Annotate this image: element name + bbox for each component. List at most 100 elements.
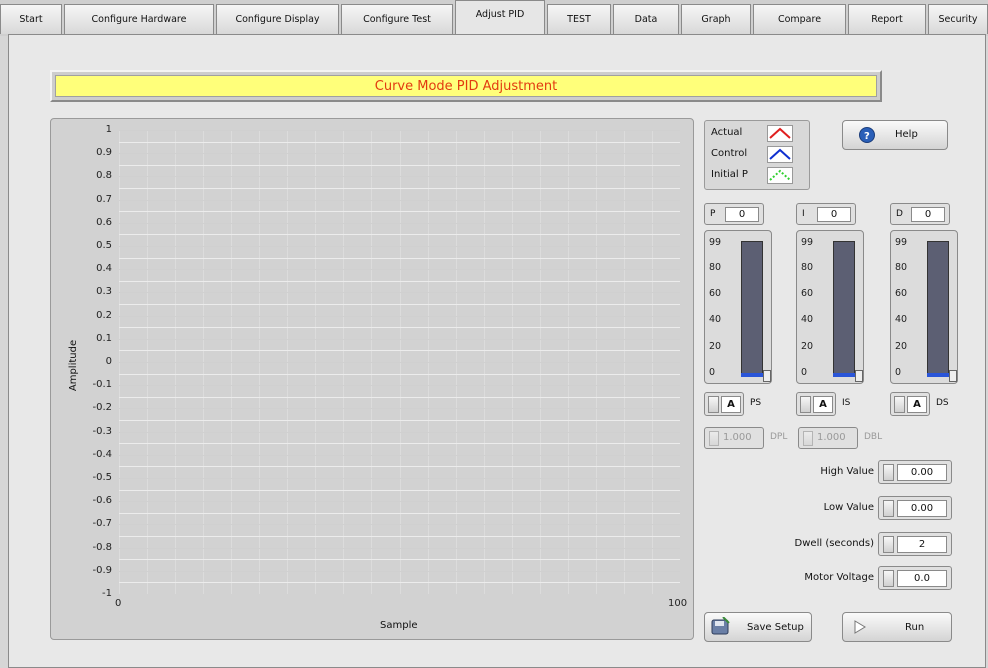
help-label: Help bbox=[895, 129, 918, 140]
i-scale-label: IS bbox=[842, 398, 851, 408]
tab-configure-test[interactable]: Configure Test bbox=[341, 4, 453, 34]
high-value-spinner[interactable] bbox=[883, 464, 894, 481]
dbl-control[interactable]: 1.000 bbox=[798, 427, 858, 449]
i-label: I bbox=[802, 209, 805, 219]
legend-label-initial-p: Initial P bbox=[711, 169, 748, 180]
d-label: D bbox=[896, 209, 903, 219]
low-value-spinner[interactable] bbox=[883, 500, 894, 517]
p-scale-value[interactable]: A bbox=[721, 396, 741, 413]
save-setup-button[interactable]: Save Setup bbox=[704, 612, 812, 642]
page-title: Curve Mode PID Adjustment bbox=[55, 75, 877, 97]
tab-security[interactable]: Security bbox=[928, 4, 988, 34]
dwell-seconds-input[interactable]: 2 bbox=[897, 536, 947, 553]
dwell-seconds-spinner[interactable] bbox=[883, 536, 894, 553]
y-tick-label: 0.4 bbox=[96, 263, 112, 275]
p-value-input[interactable]: 0 bbox=[725, 207, 759, 222]
p-slider-thumb[interactable] bbox=[763, 370, 771, 382]
dbl-value[interactable]: 1.000 bbox=[817, 432, 846, 443]
plot-area[interactable] bbox=[119, 130, 680, 594]
y-tick-label: -0.9 bbox=[92, 564, 112, 576]
tab-data[interactable]: Data bbox=[613, 4, 679, 34]
d-scale-control[interactable]: A bbox=[890, 392, 930, 416]
y-tick-label: -0.6 bbox=[92, 495, 112, 507]
d-slider: 99 80 60 40 20 0 bbox=[890, 230, 958, 384]
i-slider-track[interactable] bbox=[833, 241, 855, 377]
y-tick-label: 0.7 bbox=[96, 193, 112, 205]
title-frame: Curve Mode PID Adjustment bbox=[50, 70, 882, 102]
p-scale-spinner[interactable] bbox=[708, 396, 719, 413]
legend-label-actual: Actual bbox=[711, 127, 743, 138]
run-button[interactable]: Run bbox=[842, 612, 952, 642]
x-tick-label: 100 bbox=[668, 598, 688, 609]
legend-control-icon[interactable] bbox=[767, 146, 793, 163]
low-value-label: Low Value bbox=[823, 502, 874, 513]
p-scale-control[interactable]: A bbox=[704, 392, 744, 416]
tab-start[interactable]: Start bbox=[0, 4, 62, 34]
d-scale-spinner[interactable] bbox=[894, 396, 905, 413]
y-tick-label: -0.5 bbox=[92, 472, 112, 483]
tab-configure-hardware[interactable]: Configure Hardware bbox=[64, 4, 214, 34]
svg-text:?: ? bbox=[864, 131, 870, 142]
y-tick-label: -0.3 bbox=[92, 425, 112, 437]
p-scale-label: PS bbox=[750, 398, 762, 408]
y-tick-label: 1 bbox=[105, 124, 112, 135]
dwell-seconds-control[interactable]: 2 bbox=[878, 532, 952, 556]
tab-report[interactable]: Report bbox=[848, 4, 926, 34]
dpl-spinner[interactable] bbox=[709, 431, 719, 446]
low-value-input[interactable]: 0.00 bbox=[897, 500, 947, 517]
i-slider-fill bbox=[833, 373, 855, 377]
slider-scale-label: 40 bbox=[801, 314, 814, 326]
slider-scale-label: 80 bbox=[709, 261, 722, 273]
i-value-control[interactable]: I 0 bbox=[796, 203, 856, 225]
help-button[interactable]: ? Help bbox=[842, 120, 948, 150]
i-scale-control[interactable]: A bbox=[796, 392, 836, 416]
high-value-input[interactable]: 0.00 bbox=[897, 464, 947, 481]
high-value-control[interactable]: 0.00 bbox=[878, 460, 952, 484]
d-slider-track[interactable] bbox=[927, 241, 949, 377]
x-axis-label: Sample bbox=[380, 620, 418, 631]
y-tick-label: 0.9 bbox=[96, 147, 112, 159]
d-slider-thumb[interactable] bbox=[949, 370, 957, 382]
i-slider-thumb[interactable] bbox=[855, 370, 863, 382]
p-value-control[interactable]: P 0 bbox=[704, 203, 764, 225]
y-tick-label: 0.5 bbox=[96, 240, 112, 251]
x-tick-label: 0 bbox=[115, 598, 122, 609]
d-scale-value[interactable]: A bbox=[907, 396, 927, 413]
slider-scale-label: 99 bbox=[801, 237, 814, 248]
dbl-spinner[interactable] bbox=[803, 431, 813, 446]
y-axis-label: Amplitude bbox=[68, 339, 80, 392]
play-icon bbox=[853, 620, 867, 637]
low-value-control[interactable]: 0.00 bbox=[878, 496, 952, 520]
plot-legend: Actual Control Initial P bbox=[704, 120, 810, 190]
tab-configure-display[interactable]: Configure Display bbox=[216, 4, 339, 34]
save-disk-icon bbox=[711, 616, 731, 637]
y-tick-label: -0.7 bbox=[92, 518, 112, 530]
slider-scale-label: 20 bbox=[801, 340, 814, 352]
slider-scale-label: 40 bbox=[709, 314, 722, 326]
dbl-label: DBL bbox=[864, 432, 883, 442]
y-tick-label: 0.3 bbox=[96, 286, 112, 298]
tab-graph[interactable]: Graph bbox=[681, 4, 751, 34]
y-tick-label: 0.6 bbox=[96, 216, 112, 228]
tab-test[interactable]: TEST bbox=[547, 4, 611, 34]
i-scale-value[interactable]: A bbox=[813, 396, 833, 413]
p-slider-track[interactable] bbox=[741, 241, 763, 377]
d-value-control[interactable]: D 0 bbox=[890, 203, 950, 225]
tab-adjust-pid[interactable]: Adjust PID bbox=[455, 0, 545, 36]
slider-scale-label: 80 bbox=[895, 261, 908, 273]
dpl-value[interactable]: 1.000 bbox=[723, 432, 752, 443]
legend-label-control: Control bbox=[711, 148, 748, 159]
tab-compare[interactable]: Compare bbox=[753, 4, 846, 34]
dpl-control[interactable]: 1.000 bbox=[704, 427, 764, 449]
legend-initial-p-icon[interactable] bbox=[767, 167, 793, 184]
d-value-input[interactable]: 0 bbox=[911, 207, 945, 222]
motor-voltage-label: Motor Voltage bbox=[804, 572, 874, 583]
motor-voltage-input[interactable]: 0.0 bbox=[897, 570, 947, 587]
i-scale-spinner[interactable] bbox=[800, 396, 811, 413]
motor-voltage-control[interactable]: 0.0 bbox=[878, 566, 952, 590]
motor-voltage-spinner[interactable] bbox=[883, 570, 894, 587]
i-value-input[interactable]: 0 bbox=[817, 207, 851, 222]
legend-actual-icon[interactable] bbox=[767, 125, 793, 142]
slider-scale-label: 60 bbox=[895, 288, 908, 300]
dpl-label: DPL bbox=[770, 432, 788, 442]
